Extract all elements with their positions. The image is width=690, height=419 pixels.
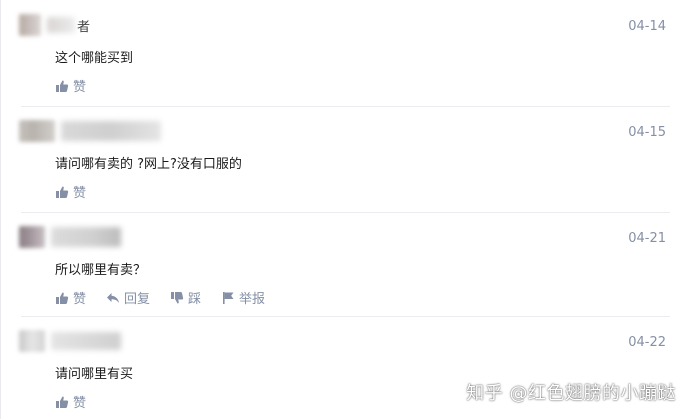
comment-actions: 赞 <box>55 392 106 411</box>
avatar[interactable] <box>19 330 45 352</box>
comment-actions: 赞 <box>55 76 106 95</box>
comment-item: 04-21 所以哪里有卖？ 赞 回复 踩 举报 <box>1 212 690 316</box>
reply-button[interactable]: 回复 <box>106 288 150 307</box>
comment-text: 请问哪有卖的 ?网上?没有口服的 <box>55 157 242 172</box>
comment-text: 所以哪里有卖？ <box>55 263 147 278</box>
dislike-label: 踩 <box>188 292 202 307</box>
like-label: 赞 <box>73 292 87 307</box>
like-label: 赞 <box>73 396 87 411</box>
dislike-button[interactable]: 踩 <box>170 288 201 307</box>
comment-actions: 赞 <box>55 182 106 201</box>
like-button[interactable]: 赞 <box>55 288 86 307</box>
comment-date: 04-21 <box>628 231 666 246</box>
like-button[interactable]: 赞 <box>55 182 86 201</box>
thumbs-up-icon <box>55 395 69 409</box>
comment-author[interactable] <box>19 222 123 252</box>
avatar[interactable] <box>19 226 45 248</box>
author-name[interactable]: 者 <box>77 16 90 35</box>
comment-author[interactable] <box>19 326 123 356</box>
author-name-blurred <box>51 332 121 350</box>
comment-date: 04-14 <box>628 19 666 34</box>
comment-text: 这个哪能买到 <box>55 51 134 66</box>
comment-item: 04-15 请问哪有卖的 ?网上?没有口服的 赞 <box>1 106 690 212</box>
report-label: 举报 <box>239 292 266 307</box>
thumbs-up-icon <box>55 79 69 93</box>
watermark: 知乎 @红色翅膀的小蹦跶 <box>466 383 676 404</box>
thumbs-down-icon <box>170 291 184 305</box>
comment-date: 04-22 <box>628 335 666 350</box>
reply-label: 回复 <box>124 292 151 307</box>
report-button[interactable]: 举报 <box>221 288 265 307</box>
comment-author[interactable] <box>19 116 163 146</box>
avatar[interactable] <box>19 14 41 36</box>
thumbs-up-icon <box>55 185 69 199</box>
like-button[interactable]: 赞 <box>55 392 86 411</box>
author-name-blurred <box>61 121 161 141</box>
avatar[interactable] <box>19 120 55 142</box>
comment-item: 者 04-14 这个哪能买到 赞 <box>1 0 690 106</box>
like-button[interactable]: 赞 <box>55 76 86 95</box>
comment-date: 04-15 <box>628 125 666 140</box>
comment-author[interactable]: 者 <box>19 10 90 40</box>
like-label: 赞 <box>73 80 87 95</box>
reply-icon <box>106 291 120 305</box>
like-label: 赞 <box>73 186 87 201</box>
comment-list: 者 04-14 这个哪能买到 赞 04-15 请问哪有卖的 ?网上?没有口服的 <box>0 0 690 419</box>
flag-icon <box>221 291 235 305</box>
comment-text: 请问哪里有买 <box>55 367 134 382</box>
author-name-blurred <box>51 227 121 247</box>
thumbs-up-icon <box>55 291 69 305</box>
author-name-blurred <box>47 17 75 33</box>
comment-actions: 赞 回复 踩 举报 <box>55 288 285 307</box>
